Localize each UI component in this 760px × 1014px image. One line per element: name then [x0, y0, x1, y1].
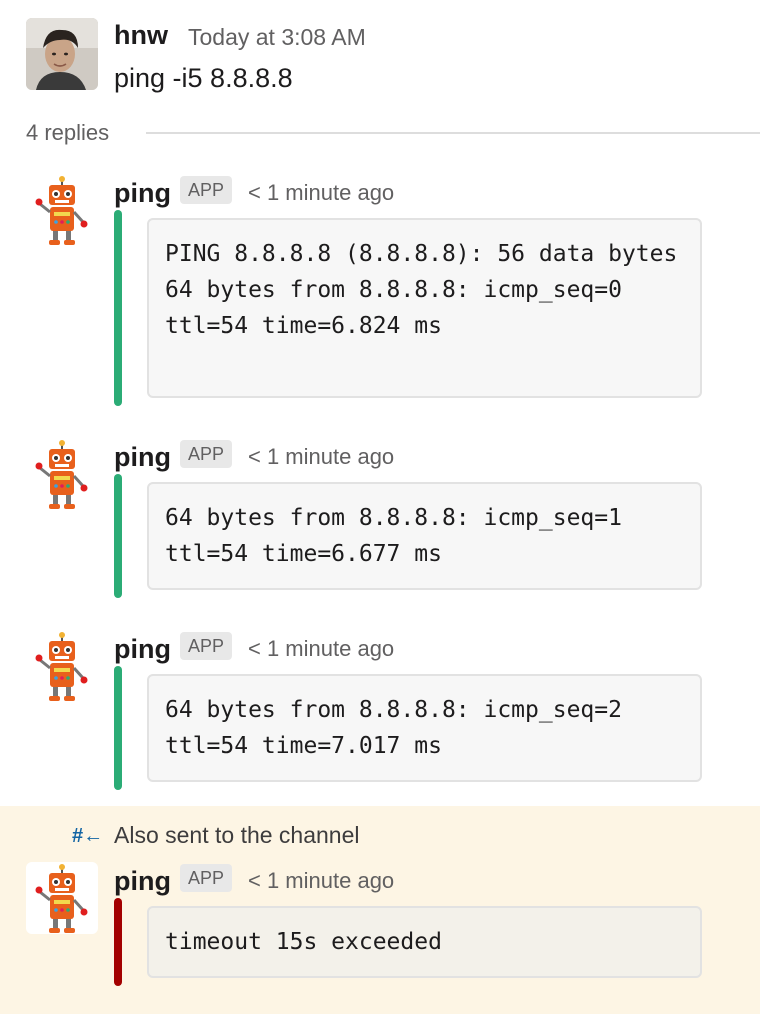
code-block: 64 bytes from 8.8.8.8: icmp_seq=2 ttl=54…: [147, 674, 702, 782]
replies-divider: [146, 132, 760, 134]
app-badge: APP: [180, 440, 232, 468]
robot-avatar-icon[interactable]: [34, 632, 90, 704]
message-author[interactable]: hnw: [114, 18, 168, 52]
code-block: timeout 15s exceeded: [147, 906, 702, 978]
message-timestamp[interactable]: < 1 minute ago: [248, 866, 394, 896]
replies-count: 4 replies: [26, 120, 110, 145]
message-author[interactable]: ping: [114, 176, 171, 210]
app-badge: APP: [180, 176, 232, 204]
also-sent-label[interactable]: Also sent to the channel: [114, 820, 360, 850]
robot-avatar-icon[interactable]: [34, 440, 90, 512]
attachment-color-bar: [114, 666, 122, 790]
robot-avatar-icon[interactable]: [34, 176, 90, 248]
message-author[interactable]: ping: [114, 864, 171, 898]
message-timestamp[interactable]: < 1 minute ago: [248, 634, 394, 664]
message-author[interactable]: ping: [114, 632, 171, 666]
user-avatar[interactable]: [26, 18, 98, 90]
message-text: ping -i5 8.8.8.8: [114, 63, 293, 93]
message-author[interactable]: ping: [114, 440, 171, 474]
attachment-color-bar: [114, 210, 122, 406]
code-block: 64 bytes from 8.8.8.8: icmp_seq=1 ttl=54…: [147, 482, 702, 590]
app-badge: APP: [180, 864, 232, 892]
channel-broadcast-icon: #←: [72, 825, 104, 847]
app-badge: APP: [180, 632, 232, 660]
attachment-color-bar: [114, 474, 122, 598]
attachment-color-bar: [114, 898, 122, 986]
message-timestamp[interactable]: < 1 minute ago: [248, 178, 394, 208]
robot-avatar-icon[interactable]: [34, 864, 90, 936]
message-timestamp[interactable]: Today at 3:08 AM: [188, 22, 366, 52]
code-block: PING 8.8.8.8 (8.8.8.8): 56 data bytes 64…: [147, 218, 702, 398]
message-timestamp[interactable]: < 1 minute ago: [248, 442, 394, 472]
thread-view: hnw Today at 3:08 AM ping -i5 8.8.8.8 4 …: [0, 0, 760, 1014]
